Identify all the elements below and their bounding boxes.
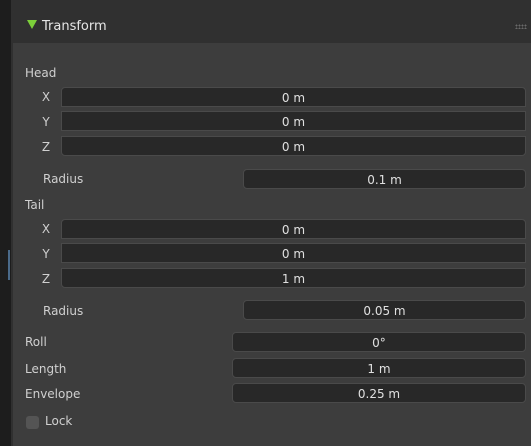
side-accent (8, 250, 10, 280)
editor-side-strip (0, 0, 11, 446)
tail-z-label: Z (41, 272, 51, 286)
head-radius-label: Radius (43, 172, 84, 186)
head-radius-field[interactable]: 0.1 m (243, 169, 526, 189)
roll-label: Roll (25, 335, 47, 349)
head-x-label: X (41, 90, 51, 104)
lock-checkbox[interactable] (26, 416, 39, 429)
tail-y-field[interactable]: 0 m (61, 243, 526, 263)
head-x-field[interactable]: 0 m (61, 87, 526, 107)
length-label: Length (25, 362, 67, 376)
roll-field[interactable]: 0° (232, 332, 526, 352)
tail-label: Tail (25, 198, 45, 212)
head-y-field[interactable]: 0 m (61, 111, 526, 131)
panel-title: Transform (42, 19, 107, 34)
head-z-field[interactable]: 0 m (61, 136, 526, 156)
tail-x-label: X (41, 222, 51, 236)
tail-radius-field[interactable]: 0.05 m (243, 300, 526, 320)
lock-label[interactable]: Lock (45, 414, 72, 428)
head-z-label: Z (41, 140, 51, 154)
transform-panel: Transform Head X 0 m Y 0 m Z 0 m Radius … (13, 10, 531, 446)
head-y-label: Y (42, 115, 50, 129)
drag-grip-icon[interactable] (515, 24, 527, 29)
properties-editor: Transform Head X 0 m Y 0 m Z 0 m Radius … (0, 0, 531, 446)
envelope-label: Envelope (25, 387, 81, 401)
panel-header[interactable]: Transform (13, 10, 531, 43)
length-field[interactable]: 1 m (232, 358, 526, 378)
disclosure-triangle-icon[interactable] (27, 20, 37, 29)
tail-z-field[interactable]: 1 m (61, 268, 526, 288)
tail-y-label: Y (42, 247, 50, 261)
tail-x-field[interactable]: 0 m (61, 219, 526, 239)
head-label: Head (25, 66, 57, 80)
envelope-field[interactable]: 0.25 m (232, 383, 526, 403)
tail-radius-label: Radius (43, 304, 84, 318)
